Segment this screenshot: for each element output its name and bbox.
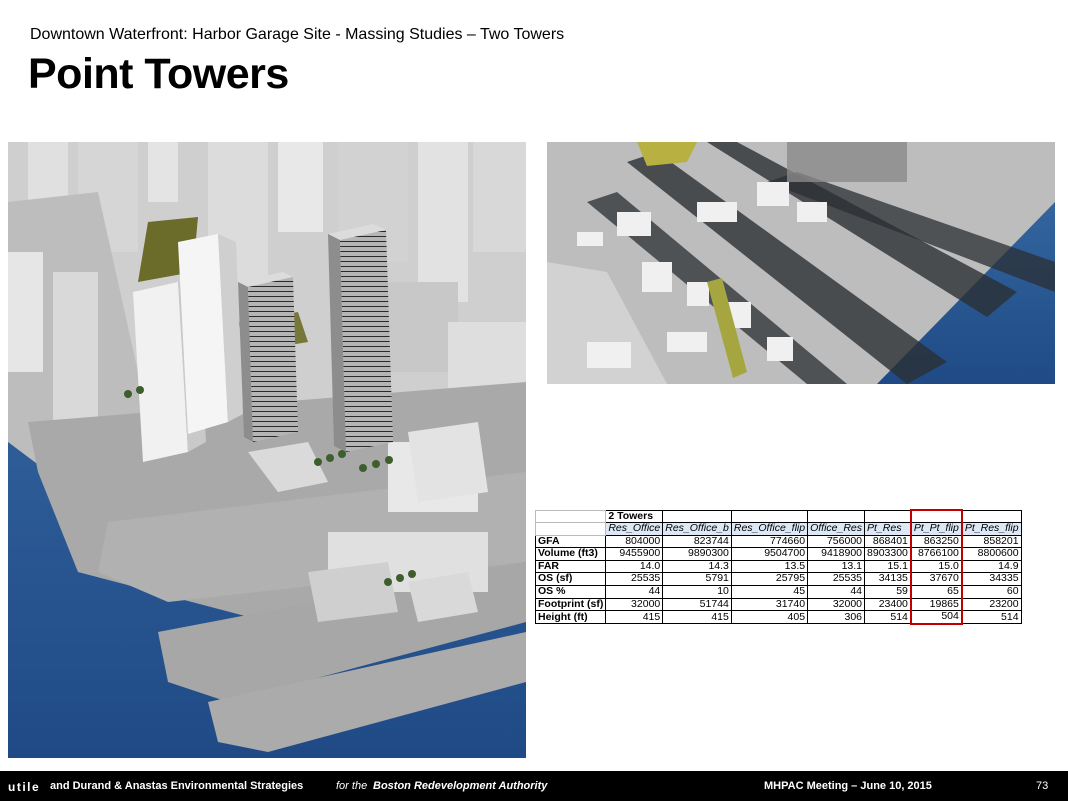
table-cell: 23200 <box>961 597 1022 612</box>
table-row-label: GFA <box>534 534 607 549</box>
table-group-cell <box>807 509 866 524</box>
table-cell: 13.1 <box>807 559 866 574</box>
table-cell: 9418900 <box>807 547 866 561</box>
table-cell: 19865 <box>909 597 963 612</box>
footer-brand-logo: utile <box>8 780 41 794</box>
table-group-cell <box>864 509 912 524</box>
footer-for-text: for the <box>336 780 368 792</box>
table-cell: 9455900 <box>605 547 664 561</box>
table-group-row: 2 Towers <box>534 509 1022 524</box>
footer-bar: utile and Durand & Anastas Environmental… <box>0 771 1068 801</box>
footer-authority: Boston Redevelopment Authority <box>373 780 548 792</box>
table-row: FAR 14.0 14.3 13.5 13.1 15.1 15.0 14.9 <box>534 559 1022 574</box>
table-cell: 51744 <box>662 597 732 612</box>
table-cell: 774660 <box>730 534 809 549</box>
table-row-label: Height (ft) <box>534 610 607 625</box>
table-cell: 59 <box>864 585 912 599</box>
table-cell: 31740 <box>730 597 809 612</box>
table-row: GFA 804000 823744 774660 756000 868401 863250 8… <box>534 534 1022 549</box>
table-cell: 32000 <box>605 597 664 612</box>
table-cell: 23400 <box>864 597 912 612</box>
table-cell: 15.0 <box>909 559 963 574</box>
table-column-header: Pt_Res <box>864 522 912 536</box>
table-cell: 415 <box>662 610 732 625</box>
table-column-header: Office_Res <box>807 522 866 536</box>
table-cell: 8903300 <box>864 547 912 561</box>
table-cell: 14.0 <box>605 559 664 574</box>
table-cell: 25795 <box>730 572 809 587</box>
table-cell: 415 <box>605 610 664 625</box>
table-cell: 405 <box>730 610 809 625</box>
table-cell: 863250 <box>909 534 963 549</box>
table-header-row: Res_Office Res_Office_b Res_Office_flip Off… <box>534 522 1022 536</box>
table-group-cell <box>961 509 1022 524</box>
table-cell: 858201 <box>961 534 1022 549</box>
table-column-header: Pt_Pt_flip <box>909 522 963 536</box>
table-cell: 14.9 <box>961 559 1022 574</box>
table-row: Footprint (sf) 32000 51744 31740 32000 23400 1… <box>534 597 1022 612</box>
table-cell: 756000 <box>807 534 866 549</box>
table-cell: 823744 <box>662 534 732 549</box>
table-cell: 34335 <box>961 572 1022 587</box>
table-cell: 868401 <box>864 534 912 549</box>
table-cell: 14.3 <box>662 559 732 574</box>
table-row-label: FAR <box>534 559 607 574</box>
footer-meeting: MHPAC Meeting – June 10, 2015 <box>764 780 932 792</box>
table-cell: 44 <box>807 585 866 599</box>
slide-title: Point Towers <box>28 50 289 98</box>
table-row: OS (sf) 25535 5791 25795 25535 34135 37670 3433… <box>534 572 1022 587</box>
table-cell: 25535 <box>605 572 664 587</box>
shadow-study-aerial-image <box>547 142 1055 384</box>
footer-partners: and Durand & Anastas Environmental Strat… <box>50 780 304 792</box>
table-cell: 44 <box>605 585 664 599</box>
slide-subtitle: Downtown Waterfront: Harbor Garage Site … <box>30 26 565 43</box>
table-cell: 5791 <box>662 572 732 587</box>
table-cell: 15.1 <box>864 559 912 574</box>
table-cell: 514 <box>961 610 1022 625</box>
footer-page-number: 73 <box>1036 780 1049 792</box>
table-row: Volume (ft3) 9455900 9890300 9504700 9418900… <box>534 547 1022 561</box>
table-column-header: Res_Office <box>605 522 664 536</box>
table-cell: 13.5 <box>730 559 809 574</box>
table-body: 2 Towers Res_Office Res_Office_b Res_Office… <box>534 509 1022 625</box>
table-cell: 804000 <box>605 534 664 549</box>
table-cell: 32000 <box>807 597 866 612</box>
table-cell: 514 <box>864 610 912 625</box>
table-row: OS % 44 10 45 44 59 65 60 <box>534 585 1022 599</box>
table-column-header: Pt_Res_flip <box>961 522 1022 536</box>
table-row-label: Footprint (sf) <box>534 597 607 612</box>
table-corner-cell <box>534 509 607 524</box>
table-cell: 8766100 <box>909 547 963 561</box>
table-cell: 34135 <box>864 572 912 587</box>
massing-perspective-image <box>8 142 526 758</box>
table-cell: 8800600 <box>961 547 1022 561</box>
table-group-cell <box>662 509 732 524</box>
table-row: Height (ft) 415 415 405 306 514 504 514 <box>534 610 1022 625</box>
table-column-header: Res_Office_flip <box>730 522 809 536</box>
table-cell: 65 <box>909 585 963 599</box>
table-cell: 25535 <box>807 572 866 587</box>
table-group-label: 2 Towers <box>605 509 664 524</box>
table-row-label: OS % <box>534 585 607 599</box>
table-cell: 37670 <box>909 572 963 587</box>
table-cell: 504 <box>909 610 963 625</box>
table-row-label: Volume (ft3) <box>534 547 607 561</box>
table-header-blank <box>534 522 607 536</box>
massing-data-table: 2 Towers Res_Office Res_Office_b Res_Office… <box>534 509 1022 625</box>
table-cell: 60 <box>961 585 1022 599</box>
table-cell: 9504700 <box>730 547 809 561</box>
table-cell: 9890300 <box>662 547 732 561</box>
table-cell: 10 <box>662 585 732 599</box>
table-group-cell <box>730 509 809 524</box>
table-group-cell <box>909 509 963 524</box>
table-row-label: OS (sf) <box>534 572 607 587</box>
table-cell: 45 <box>730 585 809 599</box>
table-column-header: Res_Office_b <box>662 522 732 536</box>
table-cell: 306 <box>807 610 866 625</box>
